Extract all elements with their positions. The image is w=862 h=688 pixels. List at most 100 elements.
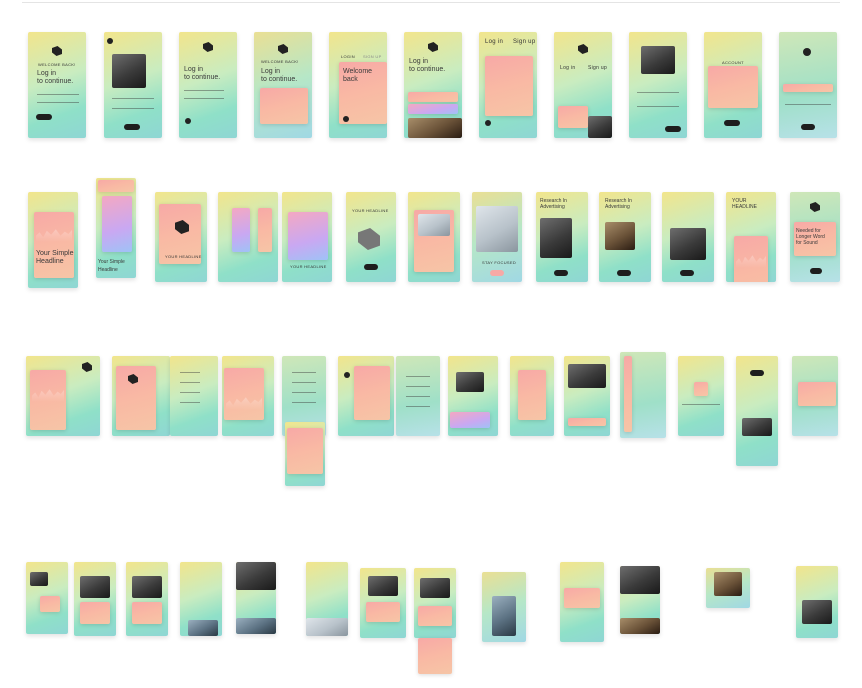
tab-login[interactable]: LOGIN xyxy=(341,54,355,59)
screen-photo-stack[interactable] xyxy=(408,192,460,282)
menu-item[interactable] xyxy=(180,372,200,373)
screen-gallery-7[interactable] xyxy=(360,568,406,638)
screen-research-3[interactable] xyxy=(662,192,714,282)
screen-gallery-8[interactable] xyxy=(414,568,456,638)
menu-item[interactable] xyxy=(180,402,200,403)
screen-chart-dash-3[interactable] xyxy=(222,356,274,436)
settings-bar-1[interactable] xyxy=(783,84,833,92)
menu-card[interactable] xyxy=(558,106,588,128)
screen-grid-dash[interactable] xyxy=(678,356,724,436)
nav-item[interactable] xyxy=(406,376,430,377)
screen-welcome-back[interactable]: LOGIN SIGN UP Welcome back xyxy=(329,32,387,138)
screen-welcome-card[interactable]: WELCOME BACK! Log in to continue. xyxy=(254,32,312,138)
screen-gallery-3[interactable] xyxy=(126,562,168,636)
start-button[interactable] xyxy=(490,270,504,276)
screen-gallery-10[interactable] xyxy=(796,566,838,638)
screen-your-headline[interactable]: YOUR HEADLINE xyxy=(155,192,207,282)
password-field[interactable] xyxy=(112,108,154,109)
login-button[interactable] xyxy=(36,114,52,120)
continue-button[interactable] xyxy=(364,264,378,270)
screen-photo-cluster[interactable] xyxy=(706,568,750,608)
menu-icon[interactable] xyxy=(344,372,350,378)
screen-gallery-1[interactable] xyxy=(26,562,68,634)
read-button[interactable] xyxy=(617,270,631,276)
password-field[interactable] xyxy=(37,102,79,103)
list-item[interactable] xyxy=(292,382,316,383)
screen-photo-menu[interactable] xyxy=(448,356,498,436)
menu-card-2[interactable] xyxy=(408,104,458,114)
screen-dash-cards[interactable] xyxy=(338,356,394,436)
read-button[interactable] xyxy=(554,270,568,276)
read-button[interactable] xyxy=(680,270,694,276)
screen-gallery-4[interactable] xyxy=(180,562,222,636)
screen-side-menu[interactable] xyxy=(170,356,218,436)
grid-tile[interactable] xyxy=(694,382,708,396)
list-item[interactable] xyxy=(292,372,316,373)
screen-welcome-login[interactable]: WELCOME BACK! Log in to continue. xyxy=(28,32,86,138)
email-field[interactable] xyxy=(37,94,79,95)
screen-account-settings[interactable] xyxy=(779,32,837,138)
password-field[interactable] xyxy=(637,106,679,107)
screen-product-card[interactable] xyxy=(736,356,778,466)
list-item[interactable] xyxy=(292,402,316,403)
screen-menu-card[interactable] xyxy=(510,356,554,436)
screen-gallery-2[interactable] xyxy=(74,562,116,636)
screen-photo-form[interactable] xyxy=(629,32,687,138)
screen-gallery-9[interactable] xyxy=(620,566,660,634)
screen-logo-headline[interactable]: YOUR HEADLINE xyxy=(282,192,332,282)
tab-login[interactable]: Log in xyxy=(485,39,503,45)
screen-sidebar-dash[interactable] xyxy=(792,356,838,436)
screen-headline-chart[interactable]: YOUR HEADLINE xyxy=(726,192,776,282)
screen-account[interactable]: ACCOUNT xyxy=(704,32,762,138)
screen-vertical-nav[interactable] xyxy=(620,352,666,438)
menu-item[interactable] xyxy=(180,382,200,383)
read-button[interactable] xyxy=(810,268,822,274)
email-field[interactable] xyxy=(637,92,679,93)
screen-welcome-chart[interactable]: Your Simple Headline xyxy=(28,192,78,288)
back-icon[interactable] xyxy=(343,116,349,122)
back-icon[interactable] xyxy=(185,118,191,124)
screen-phone-carousel[interactable] xyxy=(218,192,278,282)
menu-item[interactable] xyxy=(180,392,200,393)
screen-gallery-6[interactable] xyxy=(306,562,348,636)
nav-item[interactable] xyxy=(406,386,430,387)
nav-item[interactable] xyxy=(406,406,430,407)
screen-stay-focused[interactable]: STAY FOCUSED xyxy=(472,192,522,282)
email-field[interactable] xyxy=(112,98,154,99)
screen-chart-dash-1[interactable] xyxy=(26,356,100,436)
action-button[interactable] xyxy=(750,370,764,376)
screen-research-2[interactable]: Research In Advertising xyxy=(599,192,651,282)
tab-signup[interactable]: Sign up xyxy=(513,39,535,45)
bottom-card[interactable] xyxy=(418,638,452,674)
password-field[interactable] xyxy=(184,98,224,99)
email-field[interactable] xyxy=(184,90,224,91)
nav-item[interactable] xyxy=(406,396,430,397)
list-item[interactable] xyxy=(292,392,316,393)
screen-map-card[interactable] xyxy=(560,562,604,642)
menu-card[interactable] xyxy=(450,412,490,428)
screen-login-signup-tabs[interactable]: Log in Sign up xyxy=(479,32,537,138)
screen-chart-small[interactable] xyxy=(285,422,325,486)
field-1[interactable] xyxy=(785,104,831,105)
menu-card-1[interactable] xyxy=(408,92,458,102)
screen-research-1[interactable]: Research In Advertising xyxy=(536,192,588,282)
screen-profile-stats[interactable] xyxy=(564,356,610,436)
screen-needed-longer[interactable]: Needed for Longer Word for Sound xyxy=(790,192,840,282)
screen-headline-logo[interactable]: YOUR HEADLINE xyxy=(346,192,396,282)
save-button[interactable] xyxy=(724,120,740,126)
screen-login-menu[interactable]: Log in to continue. xyxy=(404,32,462,138)
screen-chart-dash-2[interactable] xyxy=(112,356,170,436)
back-icon[interactable] xyxy=(485,120,491,126)
login-button[interactable] xyxy=(124,124,140,130)
screen-gallery-5[interactable] xyxy=(236,562,276,634)
submit-button[interactable] xyxy=(665,126,681,132)
screen-headline-stack[interactable]: Your Simple Headline xyxy=(96,178,136,278)
tab-signup[interactable]: SIGN UP xyxy=(363,54,382,59)
back-icon[interactable] xyxy=(107,38,113,44)
screen-photo-login[interactable] xyxy=(104,32,162,138)
screen-login-card[interactable]: Log in to continue. xyxy=(179,32,237,138)
screen-nav-drawer[interactable] xyxy=(396,356,440,436)
save-button[interactable] xyxy=(801,124,815,130)
screen-profile-feed[interactable] xyxy=(482,572,526,642)
screen-login-split[interactable]: Log in Sign up xyxy=(554,32,612,138)
